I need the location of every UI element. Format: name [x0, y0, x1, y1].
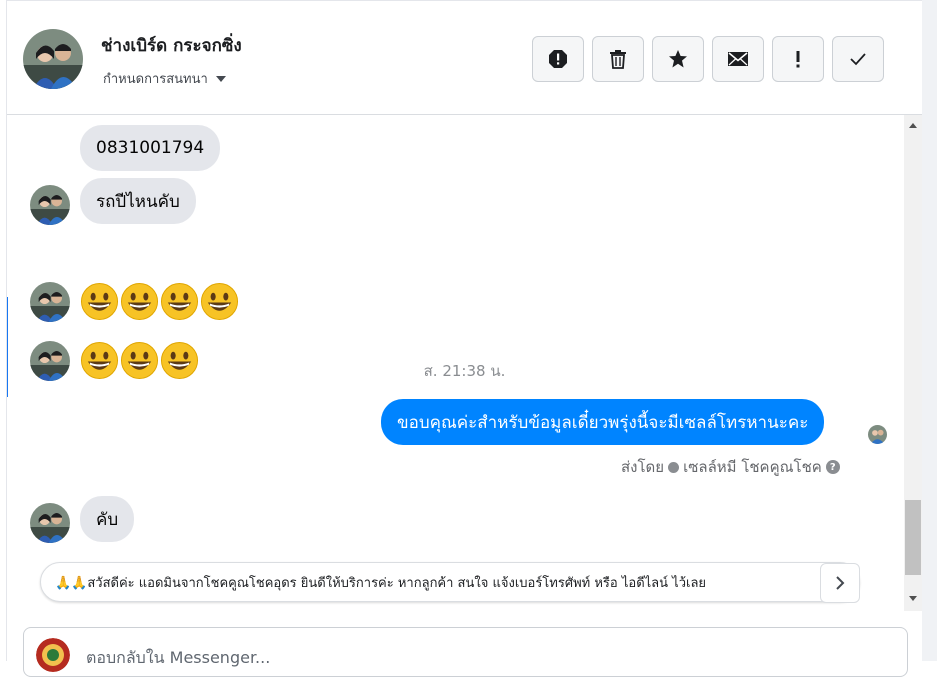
conversation-panel: ช่างเบิร์ด กระจกซิ่ง กำหนดการสนทนา 08310… — [6, 0, 922, 677]
scrollbar-thumb[interactable] — [905, 500, 921, 575]
message-text: 0831001794 — [96, 138, 205, 158]
incoming-message-bubble[interactable]: 0831001794 — [80, 125, 221, 171]
saved-reply-chip[interactable]: 🙏🙏สวัสดีค่ะ แอดมินจากโชคคูณโชคอุดร ยินดี… — [40, 562, 860, 602]
star-button[interactable] — [652, 36, 704, 82]
message-text: รถปีไหนคับ — [96, 191, 180, 212]
grinning-face-emoji — [80, 341, 119, 380]
message-text: คับ — [96, 509, 119, 530]
scroll-down-icon[interactable] — [909, 596, 917, 601]
grinning-face-emoji — [80, 282, 119, 321]
sent-by-prefix: ส่งโดย — [621, 458, 665, 476]
conversation-header: ช่างเบิร์ด กระจกซิ่ง กำหนดการสนทนา — [7, 1, 922, 115]
assign-label: กำหนดการสนทนา — [103, 72, 208, 87]
exclamation-icon — [796, 51, 800, 68]
agent-dot-icon — [668, 461, 680, 473]
delete-button[interactable] — [592, 36, 644, 82]
outgoing-message-bubble[interactable]: ขอบคุณค่ะสำหรับข้อมูลเดี๋ยวพรุ่งนี้จะมีเ… — [381, 399, 825, 445]
sent-by-name[interactable]: เซลล์หมี โชคคูณโชค — [683, 455, 822, 479]
thread-scrollbar[interactable] — [904, 115, 922, 611]
envelope-icon — [728, 52, 748, 66]
grinning-face-emoji — [160, 282, 199, 321]
follow-up-button[interactable] — [772, 36, 824, 82]
help-icon[interactable]: ? — [825, 460, 840, 474]
sender-avatar[interactable] — [30, 185, 70, 225]
seen-avatar — [868, 425, 887, 444]
saved-reply-text: 🙏🙏สวัสดีค่ะ แอดมินจากโชคคูณโชคอุดร ยินดี… — [55, 575, 707, 591]
action-toolbar — [532, 36, 884, 82]
alert-octagon-icon — [549, 50, 567, 68]
next-reply-button[interactable] — [820, 563, 860, 603]
scroll-up-icon[interactable] — [909, 123, 917, 128]
contact-name: ช่างเบิร์ด กระจกซิ่ง — [101, 36, 242, 56]
message-text: ขอบคุณค่ะสำหรับข้อมูลเดี๋ยวพรุ่งนี้จะมีเ… — [397, 412, 809, 433]
trash-icon — [610, 50, 626, 69]
grinning-face-emoji — [120, 341, 159, 380]
reply-input[interactable]: ตอบกลับใน Messenger... — [86, 646, 270, 671]
done-button[interactable] — [832, 36, 884, 82]
chevron-right-icon — [836, 576, 845, 590]
caret-down-icon — [215, 75, 226, 82]
window-edge — [922, 0, 937, 661]
incoming-message-bubble[interactable]: คับ — [80, 496, 135, 542]
grinning-face-emoji — [160, 341, 199, 380]
sender-avatar[interactable] — [30, 282, 70, 322]
incoming-message-bubble[interactable]: รถปีไหนคับ — [80, 178, 196, 224]
star-icon — [669, 50, 687, 68]
message-thread: 0831001794 รถปีไหนคับ ส. 21:38 น. ขอบคุณ… — [7, 115, 904, 611]
emoji-message-row[interactable] — [80, 282, 239, 321]
sent-by-line: ส่งโดย เซลล์หมี โชคคูณโชค ? — [621, 455, 840, 479]
sender-avatar[interactable] — [30, 341, 70, 381]
avatar[interactable] — [23, 29, 83, 89]
checkmark-icon — [850, 53, 866, 66]
reply-composer[interactable]: ตอบกลับใน Messenger... — [23, 627, 908, 677]
mark-unread-button[interactable] — [712, 36, 764, 82]
sender-avatar[interactable] — [30, 503, 70, 543]
spam-button[interactable] — [532, 36, 584, 82]
grinning-face-emoji — [120, 282, 159, 321]
assign-conversation-dropdown[interactable]: กำหนดการสนทนา — [103, 68, 226, 89]
emoji-message-row[interactable] — [80, 341, 199, 380]
grinning-face-emoji — [200, 282, 239, 321]
page-avatar — [36, 638, 70, 672]
